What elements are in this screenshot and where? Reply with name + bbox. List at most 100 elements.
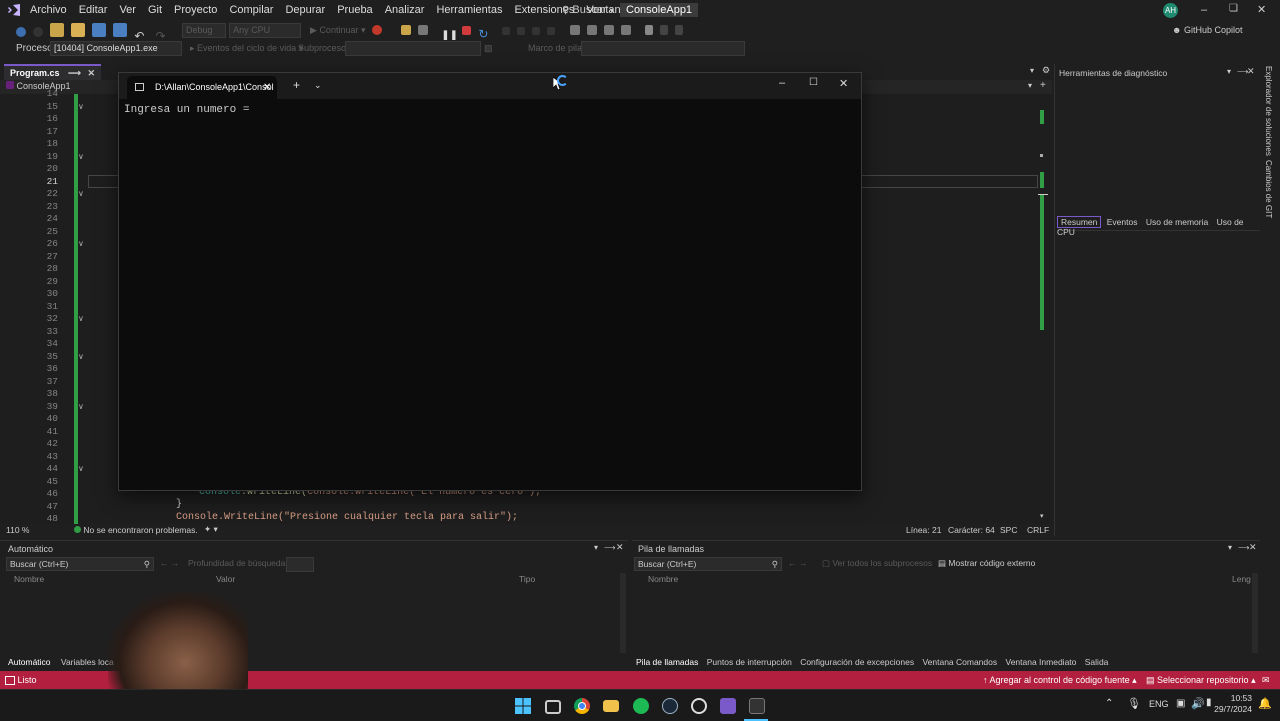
tab-configuracion-excepciones[interactable]: Configuración de excepciones [800, 657, 914, 667]
tab-variables-locales[interactable]: Variables loca [61, 657, 114, 667]
tab-list-icon[interactable]: ▾ [1030, 66, 1034, 75]
language-indicator[interactable]: ENG [1149, 699, 1169, 709]
minimize-icon[interactable]: – [779, 77, 785, 89]
search-depth-select[interactable] [286, 557, 314, 572]
column-language[interactable]: Leng [1232, 574, 1251, 584]
process-select[interactable]: [10404] ConsoleApp1.exe [50, 41, 182, 56]
close-icon[interactable]: ✕ [1257, 3, 1266, 16]
fold-toggle-icon[interactable]: ∨ [78, 402, 84, 411]
stack-frame-select[interactable] [581, 41, 745, 56]
minimize-icon[interactable]: – [1201, 4, 1207, 16]
whitespace-indicator[interactable]: SPC [1000, 525, 1017, 535]
add-source-control-button[interactable]: ↑ Agregar al control de código fuente ▴ [983, 671, 1137, 689]
tab-ventana-inmediato[interactable]: Ventana Inmediato [1006, 657, 1077, 667]
code-cleanup-icon[interactable]: ✦ ▾ [204, 524, 218, 535]
breakpoint-toolbar-icon[interactable] [570, 25, 581, 35]
fold-toggle-icon[interactable]: ∨ [78, 314, 84, 323]
clock[interactable]: 10:53 29/7/2024 [1212, 693, 1252, 715]
diagnostics-icon[interactable] [401, 25, 412, 35]
terminal-window[interactable]: D:\Allan\ConsoleApp1\Consol ✕ + ⌄ – ☐ ✕ … [118, 72, 862, 491]
avatar[interactable]: AH [1163, 3, 1178, 18]
restart-icon[interactable]: ↻ [478, 27, 492, 41]
autos-search-input[interactable]: Buscar (Ctrl+E) ⚲ [6, 557, 154, 571]
new-tab-icon[interactable]: + [293, 78, 300, 92]
show-all-threads-toggle[interactable]: ▢ Ver todos los subprocesos [822, 558, 932, 569]
menu-ver[interactable]: Ver [113, 0, 142, 20]
continue-button[interactable]: ▶ Continuar ▾ [310, 20, 366, 40]
save-all-icon[interactable] [113, 23, 128, 37]
settings-icon[interactable]: ⚙ [1042, 65, 1050, 76]
show-next-statement-icon[interactable] [502, 27, 510, 35]
github-copilot-button[interactable]: ☻ GitHub Copilot [1172, 20, 1243, 40]
depth-nav-icons[interactable]: ← → [160, 558, 179, 568]
fold-toggle-icon[interactable]: ∨ [78, 189, 84, 198]
split-editor-icon[interactable]: + [1040, 80, 1046, 91]
indent-icon[interactable] [621, 25, 632, 35]
github-desktop-icon[interactable] [691, 698, 707, 714]
line-indicator[interactable]: Línea: 21 [906, 525, 941, 535]
tab-salida[interactable]: Salida [1085, 657, 1109, 667]
windows-start-icon[interactable] [515, 698, 531, 714]
task-view-icon[interactable] [545, 700, 561, 714]
git-changes-tab[interactable]: Cambios de GIT [1264, 160, 1273, 218]
show-external-code-toggle[interactable]: ▤ Mostrar código externo [938, 558, 1035, 569]
network-icon[interactable]: ▣ [1176, 698, 1185, 709]
tab-program-cs[interactable]: Program.cs ⟶ ✕ [4, 64, 102, 81]
panel-menu-icon[interactable]: ▾ [594, 543, 598, 552]
tray-chevron-icon[interactable]: ⌃ [1105, 698, 1113, 709]
tab-puntos-interrupcion[interactable]: Puntos de interrupción [707, 657, 792, 667]
notifications-icon[interactable]: ✉ [1262, 671, 1270, 689]
hot-reload-icon[interactable] [372, 25, 382, 35]
panel-menu-icon[interactable]: ▾ [1228, 543, 1232, 552]
tab-ventana-comandos[interactable]: Ventana Comandos [922, 657, 997, 667]
menu-proyecto[interactable]: Proyecto [168, 0, 223, 20]
menu-prueba[interactable]: Prueba [331, 0, 378, 20]
volume-icon[interactable]: 🔊 [1191, 697, 1205, 710]
back-icon[interactable] [16, 27, 26, 37]
step-over-icon[interactable] [532, 27, 541, 35]
fold-toggle-icon[interactable]: ∨ [78, 102, 84, 111]
column-value[interactable]: Valor [216, 574, 235, 584]
layout-icon[interactable] [418, 25, 429, 35]
solution-explorer-tab[interactable]: Explorador de soluciones [1264, 66, 1273, 156]
fold-toggle-icon[interactable]: ∨ [78, 352, 84, 361]
menu-analizar[interactable]: Analizar [379, 0, 431, 20]
tab-pila-llamadas[interactable]: Pila de llamadas [636, 657, 698, 667]
bookmark-next-icon[interactable] [674, 25, 683, 35]
close-tab-icon[interactable]: ✕ [87, 68, 95, 78]
menu-git[interactable]: Git [142, 0, 168, 20]
global-search[interactable]: ⚲ Buscar ▾ [562, 0, 614, 21]
close-panel-icon[interactable]: ✕ [616, 542, 624, 553]
pin-icon[interactable]: ⟶ [1238, 543, 1249, 552]
thread-select[interactable] [345, 41, 481, 56]
fold-toggle-icon[interactable]: ∨ [78, 464, 84, 473]
new-project-icon[interactable] [50, 23, 65, 37]
pin-icon[interactable]: ⟶ [604, 543, 615, 552]
close-icon[interactable]: ✕ [839, 77, 848, 90]
panel-menu-icon[interactable]: ▾ [1227, 67, 1231, 76]
scroll-down-icon[interactable]: ▾ [1040, 512, 1044, 520]
microphone-icon[interactable]: 🎙 [1127, 697, 1141, 710]
menu-archivo[interactable]: Archivo [24, 0, 73, 20]
column-type[interactable]: Tipo [519, 574, 535, 584]
format-icon[interactable] [604, 25, 615, 35]
forward-icon[interactable] [33, 27, 44, 37]
step-out-icon[interactable] [547, 27, 556, 35]
thread-filter-icon[interactable]: ▧ [484, 43, 493, 54]
steam-icon[interactable] [662, 698, 678, 714]
bookmark-icon[interactable] [644, 25, 653, 35]
close-panel-icon[interactable]: ✕ [1249, 542, 1257, 553]
visual-studio-icon[interactable] [720, 698, 736, 714]
terminal-icon[interactable] [749, 698, 765, 714]
menu-editar[interactable]: Editar [73, 0, 114, 20]
fold-toggle-icon[interactable]: ∨ [78, 152, 84, 161]
visual-studio-logo-icon[interactable] [7, 3, 21, 17]
callstack-scrollbar[interactable] [1252, 573, 1258, 653]
column-name[interactable]: Nombre [648, 574, 678, 584]
comment-icon[interactable] [587, 25, 598, 35]
close-tab-icon[interactable]: ✕ [263, 76, 271, 99]
save-icon[interactable] [92, 23, 107, 37]
file-explorer-icon[interactable] [603, 700, 619, 712]
chevron-down-icon[interactable]: ⌄ [314, 80, 322, 91]
fold-toggle-icon[interactable]: ∨ [78, 239, 84, 248]
